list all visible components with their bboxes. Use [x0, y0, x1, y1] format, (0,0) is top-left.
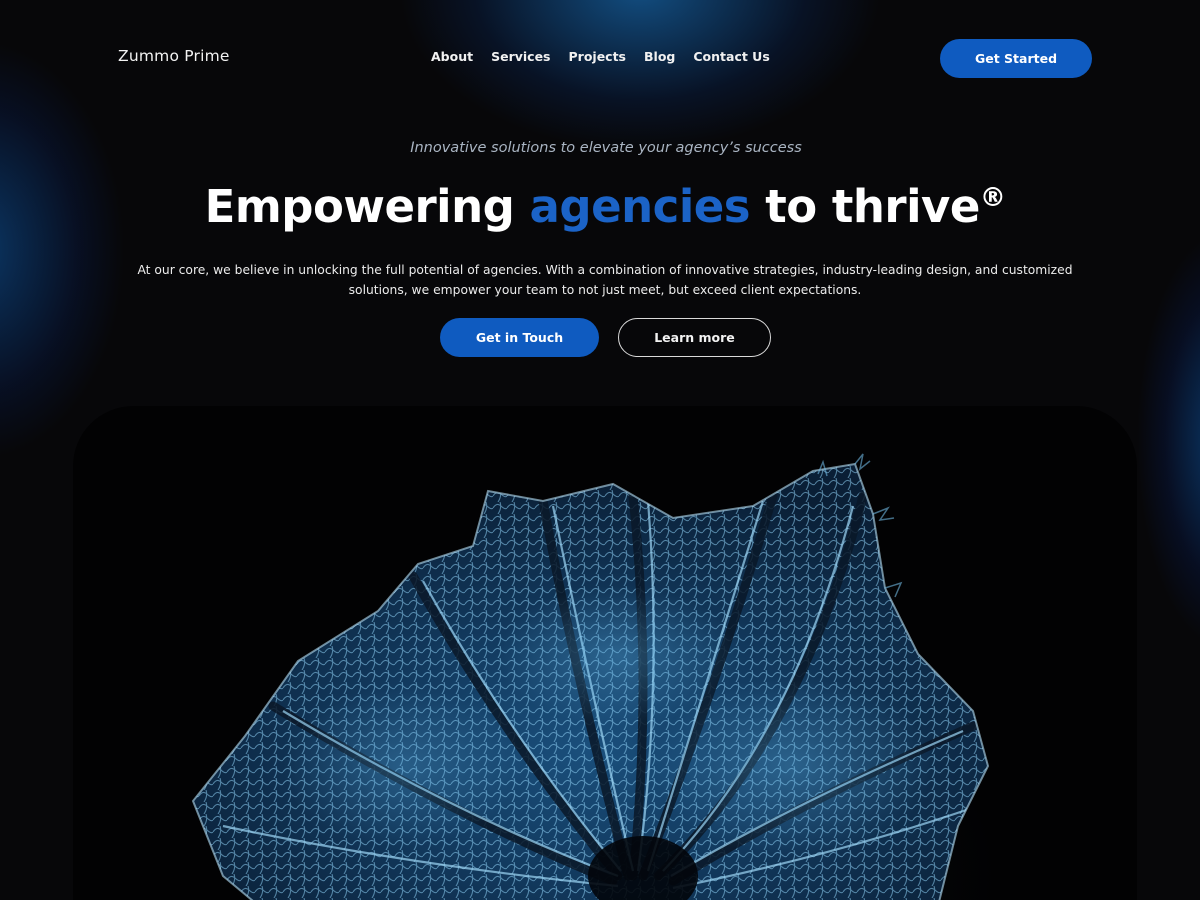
hero-tagline: Innovative solutions to elevate your age… — [410, 140, 802, 156]
learn-more-button[interactable]: Learn more — [618, 318, 771, 357]
headline-accent: agencies — [529, 180, 751, 233]
landing-page: Zummo Prime About Services Projects Blog… — [0, 0, 1200, 900]
nav-link-blog[interactable]: Blog — [644, 49, 675, 64]
get-started-button[interactable]: Get Started — [940, 39, 1092, 78]
headline-end: to thrive — [765, 180, 980, 233]
nav-link-contact[interactable]: Contact Us — [693, 49, 769, 64]
nav-link-projects[interactable]: Projects — [569, 49, 627, 64]
hero-image-card — [73, 406, 1137, 900]
hero-image — [192, 453, 989, 900]
hero-headline: Empowering agencies to thrive® — [0, 180, 1200, 233]
nav-link-services[interactable]: Services — [491, 49, 550, 64]
nav-link-about[interactable]: About — [431, 49, 473, 64]
husk-image — [192, 453, 989, 900]
main-nav: About Services Projects Blog Contact Us — [431, 49, 770, 64]
get-in-touch-button[interactable]: Get in Touch — [440, 318, 599, 357]
registered-mark: ® — [979, 183, 1006, 213]
hero-description: At our core, we believe in unlocking the… — [137, 263, 1073, 297]
headline-start: Empowering — [204, 180, 515, 233]
brand-logo[interactable]: Zummo Prime — [118, 47, 230, 65]
